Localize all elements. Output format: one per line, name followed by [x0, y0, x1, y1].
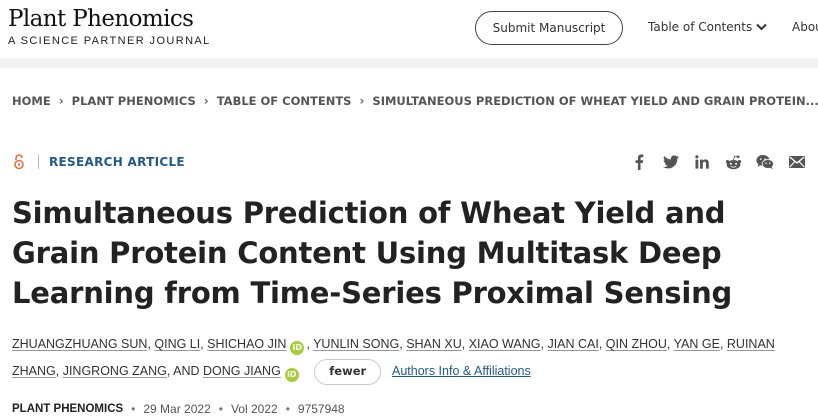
facebook-icon[interactable] — [630, 153, 648, 171]
and-separator: , AND — [166, 364, 200, 378]
article-type-label: RESEARCH ARTICLE — [49, 155, 185, 169]
breadcrumb-home[interactable]: HOME — [12, 94, 51, 108]
author-link[interactable]: JINGRONG ZANG — [63, 364, 167, 378]
about-menu[interactable]: About — [792, 20, 818, 34]
author-link[interactable]: YAN GE — [674, 337, 720, 351]
meta-separator: • — [285, 402, 290, 416]
submit-manuscript-button[interactable]: Submit Manuscript — [475, 11, 623, 45]
journal-name[interactable]: PLANT PHENOMICS — [12, 403, 123, 415]
author-link[interactable]: ZHUANGZHUANG SUN — [12, 337, 147, 351]
open-access-icon — [14, 154, 24, 170]
article-type-row: RESEARCH ARTICLE — [12, 154, 185, 170]
email-icon[interactable] — [788, 153, 806, 171]
site-header: Plant Phenomics A SCIENCE PARTNER JOURNA… — [0, 0, 818, 58]
toc-label: Table of Contents — [648, 20, 753, 34]
breadcrumb-journal[interactable]: PLANT PHENOMICS — [72, 94, 196, 108]
divider — [38, 155, 39, 169]
author-link[interactable]: YUNLIN SONG — [313, 337, 399, 351]
reddit-icon[interactable] — [725, 153, 743, 171]
journal-logo[interactable]: Plant Phenomics A SCIENCE PARTNER JOURNA… — [8, 6, 211, 47]
breadcrumb: HOME › PLANT PHENOMICS › TABLE OF CONTEN… — [12, 94, 818, 108]
chevron-right-icon: › — [58, 94, 64, 108]
chevron-right-icon: › — [359, 94, 365, 108]
twitter-icon[interactable] — [662, 153, 680, 171]
chevron-down-icon — [756, 23, 767, 31]
linkedin-icon[interactable] — [693, 153, 711, 171]
journal-title: Plant Phenomics — [8, 6, 194, 32]
header-divider-band — [0, 58, 818, 68]
fewer-authors-button[interactable]: fewer — [314, 358, 382, 385]
author-list: ZHUANGZHUANG SUN, QING LI, SHICHAO JIN iD… — [12, 331, 812, 385]
orcid-icon[interactable]: iD — [284, 367, 299, 382]
meta-separator: • — [131, 402, 136, 416]
journal-subtitle: A SCIENCE PARTNER JOURNAL — [8, 35, 211, 47]
publication-meta: PLANT PHENOMICS • 29 Mar 2022 • Vol 2022… — [12, 402, 345, 416]
orcid-icon[interactable]: iD — [290, 340, 305, 355]
share-bar — [630, 153, 806, 171]
author-link[interactable]: QIN ZHOU — [606, 337, 667, 351]
volume[interactable]: Vol 2022 — [231, 402, 278, 416]
table-of-contents-menu[interactable]: Table of Contents — [648, 20, 767, 34]
breadcrumb-current: SIMULTANEOUS PREDICTION OF WHEAT YIELD A… — [372, 94, 818, 108]
publication-date: 29 Mar 2022 — [143, 402, 211, 416]
author-link[interactable]: SHICHAO JIN — [207, 337, 286, 351]
article-number: 9757948 — [297, 402, 345, 416]
article-title: Simultaneous Prediction of Wheat Yield a… — [12, 196, 733, 310]
author-link[interactable]: DONG JIANG — [203, 364, 281, 378]
author-link[interactable]: QING LI — [154, 337, 200, 351]
wechat-icon[interactable] — [756, 153, 774, 171]
author-link[interactable]: JIAN CAI — [547, 337, 598, 351]
meta-separator: • — [218, 402, 223, 416]
breadcrumb-toc[interactable]: TABLE OF CONTENTS — [217, 94, 352, 108]
author-link[interactable]: XIAO WANG — [469, 337, 541, 351]
authors-affiliations-link[interactable]: Authors Info & Affiliations — [392, 364, 531, 378]
chevron-right-icon: › — [203, 94, 209, 108]
author-link[interactable]: SHAN XU — [406, 337, 462, 351]
